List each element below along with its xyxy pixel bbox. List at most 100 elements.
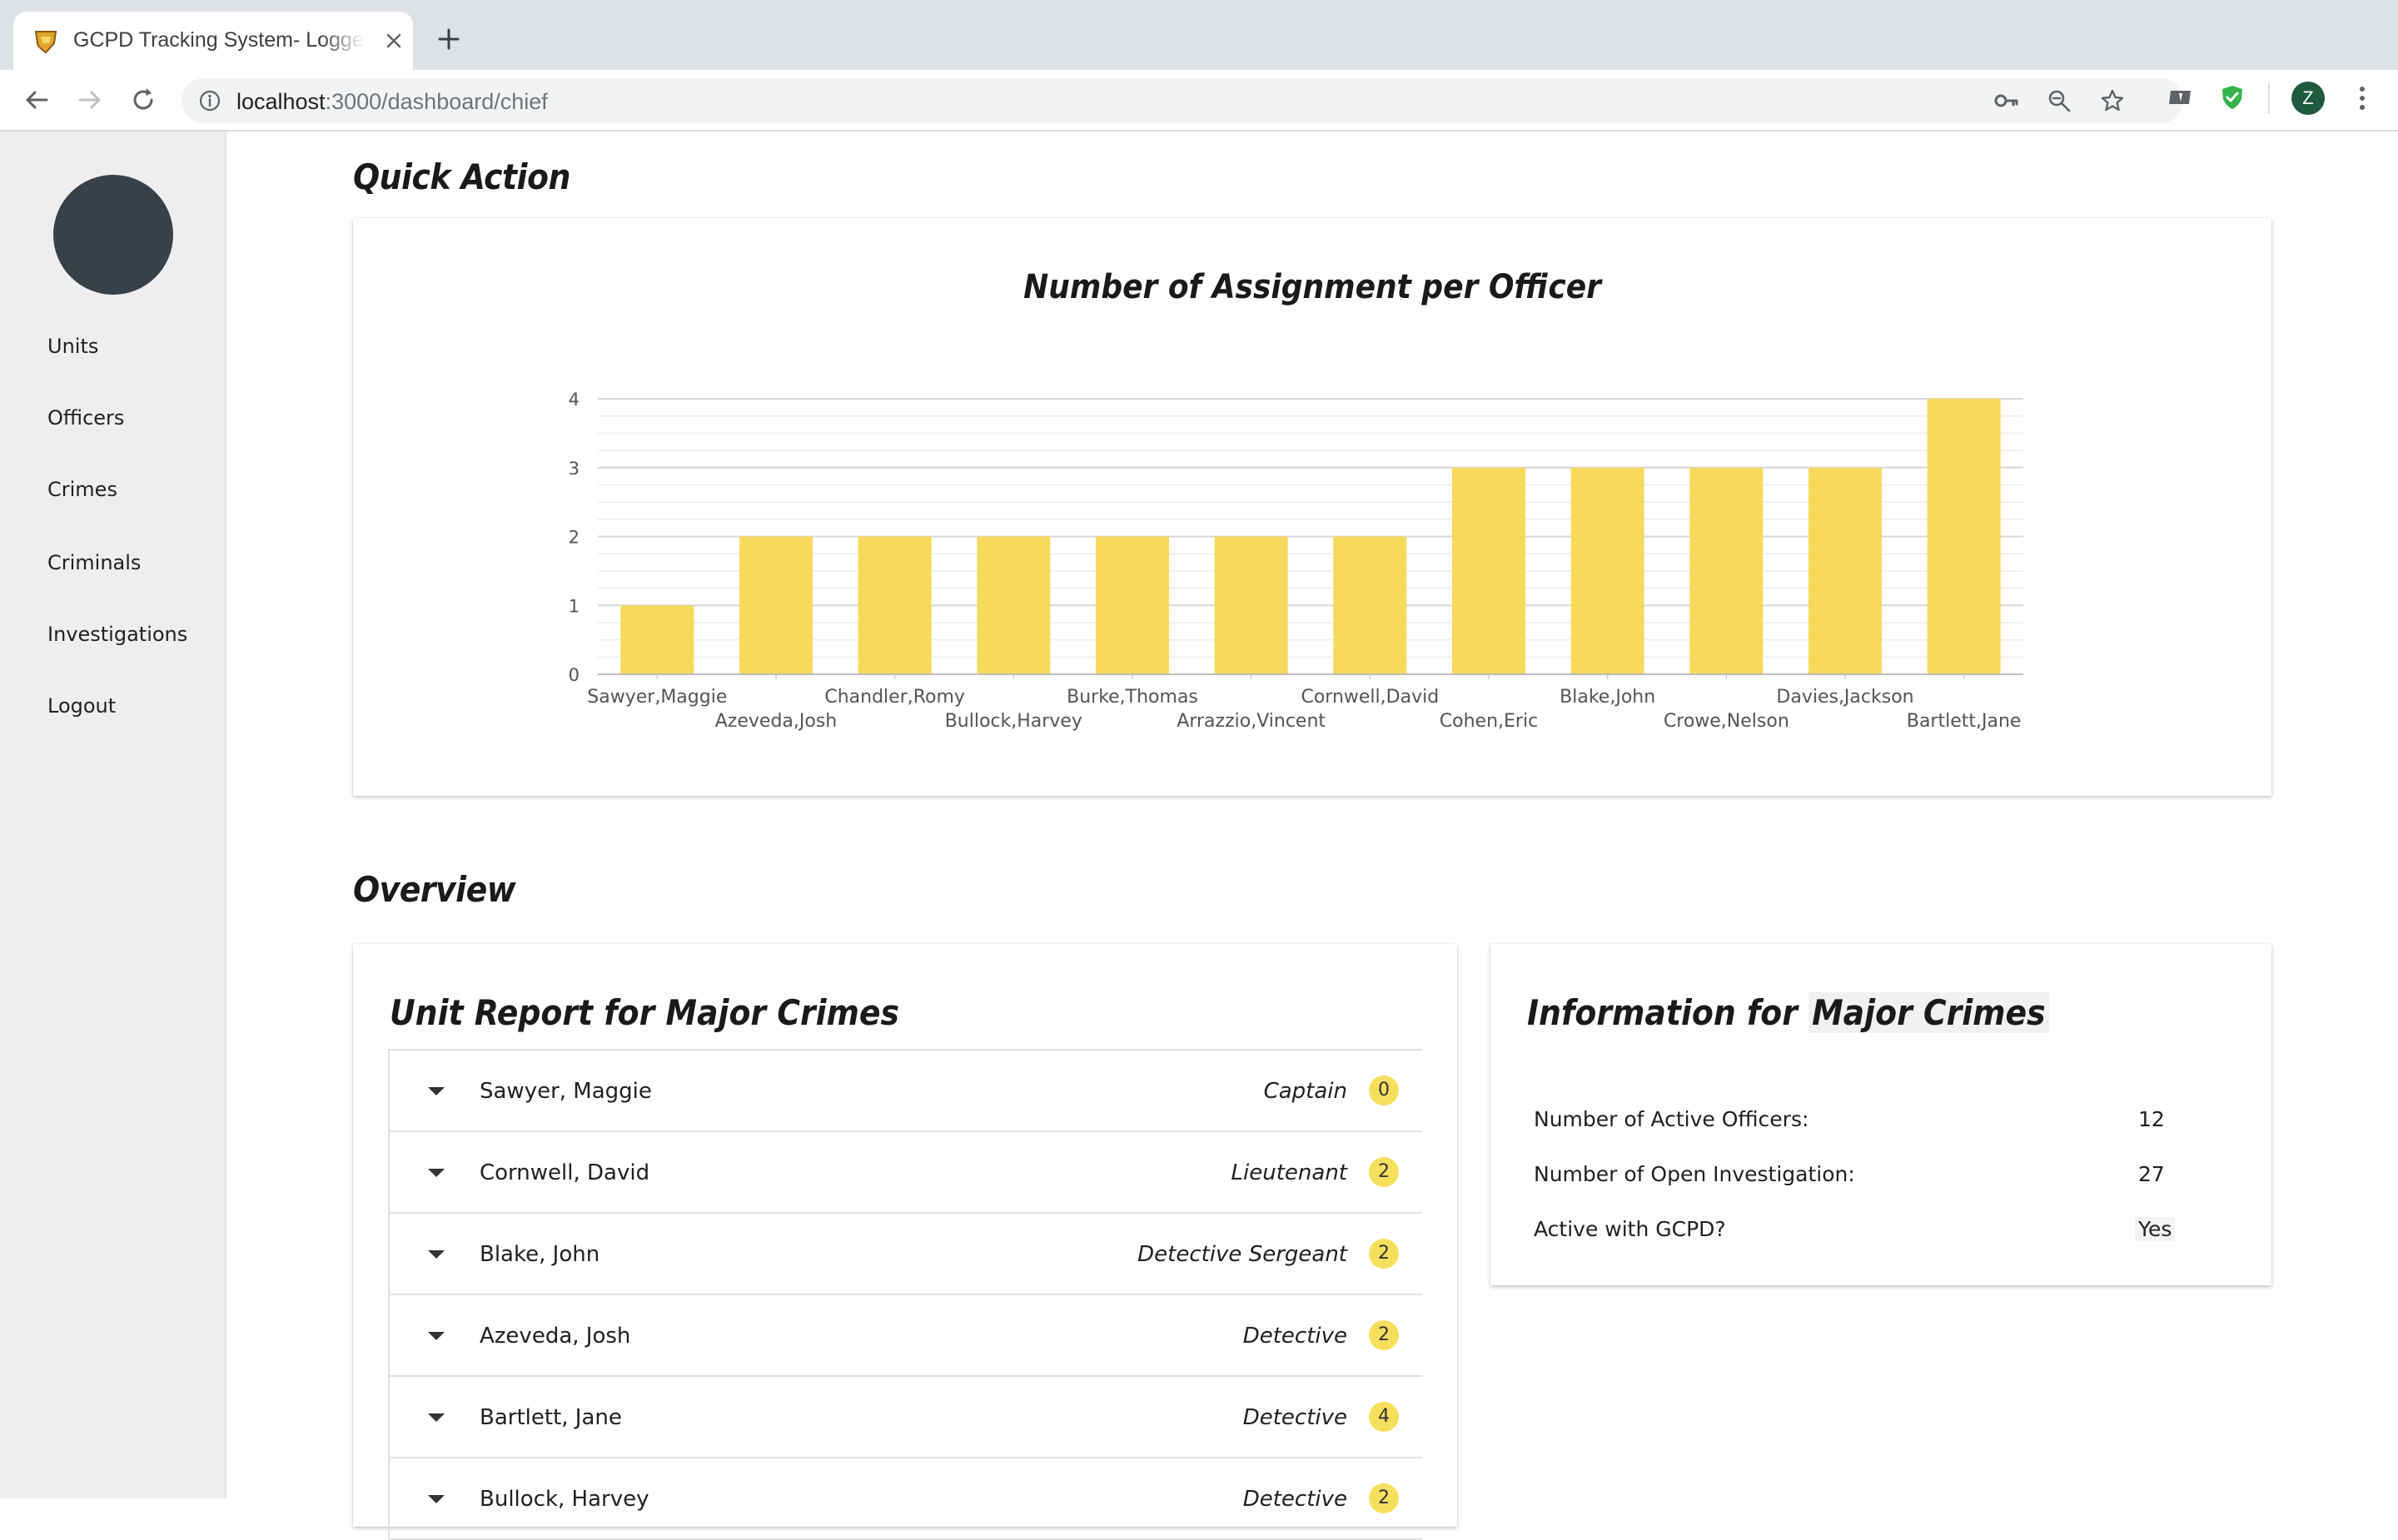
info-label: Number of Active Officers: (1534, 1107, 1809, 1131)
assignment-count-badge: 2 (1369, 1483, 1399, 1513)
x-tick-label: Cornwell,David (1301, 687, 1439, 708)
zoom-icon[interactable] (2047, 88, 2072, 113)
chart-bar[interactable] (858, 536, 932, 675)
x-tick-label: Crowe,Nelson (1664, 711, 1789, 732)
x-tick-label: Blake,John (1560, 687, 1655, 708)
assignment-count-badge: 2 (1369, 1157, 1399, 1187)
toolbar-divider (2268, 83, 2270, 113)
unit-report-card: Unit Report for Major Crimes Sawyer, Mag… (353, 944, 1457, 1540)
expand-caret-icon[interactable] (428, 1169, 445, 1177)
x-tick-label: Sawyer,Maggie (587, 687, 727, 708)
expand-caret-icon[interactable] (428, 1332, 445, 1340)
officer-row[interactable]: Cornwell, David Lieutenant 2 (388, 1132, 1422, 1214)
url-host: localhost (236, 89, 326, 114)
url-text: localhost:3000/dashboard/chief (236, 89, 548, 115)
officer-name: Bartlett, Jane (480, 1405, 622, 1430)
chart-bar[interactable] (1452, 467, 1525, 674)
unit-info-title: Information for Major Crimes (1527, 992, 2049, 1033)
site-info-icon[interactable] (198, 89, 221, 112)
address-bar[interactable]: localhost:3000/dashboard/chief (182, 78, 2183, 123)
chart-bar[interactable] (1570, 467, 1644, 674)
officer-row[interactable]: Sawyer, Maggie Captain 0 (388, 1051, 1422, 1132)
user-avatar (53, 175, 173, 295)
sidebar-item-investigations[interactable]: Investigations (47, 623, 187, 646)
browser-menu-icon[interactable] (2350, 83, 2375, 113)
chart-bar[interactable] (1689, 467, 1764, 674)
sidebar-item-criminals[interactable]: Criminals (47, 551, 141, 574)
gcpd-badge-icon (34, 31, 57, 54)
sidebar-item-crimes[interactable]: Crimes (47, 478, 117, 501)
officer-rank: Detective (1242, 1324, 1347, 1349)
officer-rank: Detective (1242, 1405, 1347, 1430)
officer-rank: Lieutenant (1231, 1160, 1347, 1185)
tab-title: GCPD Tracking System- Logged in (73, 28, 365, 52)
unit-info-title-unit: Major Crimes (1808, 992, 2049, 1033)
profile-avatar[interactable]: Z (2291, 82, 2325, 115)
key-icon[interactable] (1993, 88, 2018, 113)
officer-row[interactable]: Bartlett, Jane Detective 4 (388, 1377, 1422, 1458)
officer-name: Cornwell, David (480, 1160, 650, 1185)
shield-extension-icon[interactable] (2218, 83, 2246, 112)
browser-toolbar: localhost:3000/dashboard/chief (0, 70, 2398, 132)
y-tick-label: 3 (569, 459, 580, 479)
x-tick-label: Cohen,Eric (1440, 711, 1538, 732)
assignment-bar-chart: 0 1 2 3 4 Sawyer,Maggie Azeveda,Josh Chandler,R… (569, 390, 2023, 732)
officer-row[interactable]: Blake, John Detective Sergeant 2 (388, 1214, 1422, 1295)
officer-list: Sawyer, Maggie Captain 0 Cornwell, David Lie… (388, 1049, 1422, 1540)
x-tick-label: Burke,Thomas (1067, 687, 1198, 708)
x-tick-label: Bartlett,Jane (1907, 711, 2022, 732)
assignment-count-badge: 4 (1369, 1402, 1399, 1432)
officer-name: Blake, John (480, 1242, 600, 1267)
chart-bar[interactable] (620, 605, 694, 674)
expand-caret-icon[interactable] (428, 1087, 445, 1095)
y-tick-label: 2 (569, 528, 580, 548)
info-value: 27 (2138, 1162, 2165, 1186)
browser-tabstrip: GCPD Tracking System- Logged in (0, 0, 2398, 70)
info-value: 12 (2138, 1107, 2165, 1131)
info-value: Yes (2135, 1217, 2176, 1241)
quick-action-title: Quick Action (353, 156, 570, 197)
x-tick-label: Arrazzio,Vincent (1177, 711, 1326, 732)
close-tab-icon[interactable] (383, 30, 405, 52)
chart-bar[interactable] (1927, 399, 2001, 674)
chart-bar[interactable] (977, 536, 1051, 675)
sidebar-item-officers[interactable]: Officers (47, 406, 124, 430)
sidebar: Units Officers Crimes Criminals Investig… (0, 132, 226, 1498)
officer-name: Sawyer, Maggie (480, 1079, 652, 1104)
officer-name: Azeveda, Josh (480, 1324, 631, 1349)
assignment-count-badge: 2 (1369, 1239, 1399, 1269)
url-path: :3000/dashboard/chief (325, 89, 548, 114)
browser-tab[interactable]: GCPD Tracking System- Logged in (13, 12, 413, 70)
forward-arrow-icon[interactable] (73, 83, 107, 117)
chart-bar[interactable] (1096, 536, 1169, 675)
officer-row[interactable]: Bullock, Harvey Detective 2 (388, 1458, 1422, 1540)
x-tick-label: Chandler,Romy (824, 687, 965, 708)
chart-bar[interactable] (739, 536, 813, 675)
expand-caret-icon[interactable] (428, 1250, 445, 1259)
chart-bar[interactable] (1808, 467, 1882, 674)
back-arrow-icon[interactable] (20, 83, 53, 117)
bookmark-star-icon[interactable] (2100, 88, 2125, 113)
extension-tag-icon[interactable] (2167, 83, 2195, 112)
overview-title: Overview (353, 869, 516, 910)
reload-icon[interactable] (127, 83, 160, 117)
sidebar-item-logout[interactable]: Logout (47, 694, 116, 718)
expand-caret-icon[interactable] (428, 1413, 445, 1422)
officer-rank: Detective Sergeant (1137, 1242, 1347, 1267)
expand-caret-icon[interactable] (428, 1495, 445, 1503)
officer-row[interactable]: Azeveda, Josh Detective 2 (388, 1295, 1422, 1377)
assignment-count-badge: 2 (1369, 1320, 1399, 1350)
info-label: Active with GCPD? (1534, 1217, 1726, 1241)
x-tick-label: Bullock,Harvey (945, 711, 1082, 732)
x-tick-label: Azeveda,Josh (715, 711, 837, 732)
sidebar-item-units[interactable]: Units (47, 335, 98, 358)
chart-bar[interactable] (1214, 536, 1288, 675)
new-tab-icon[interactable] (435, 25, 463, 53)
unit-info-title-prefix: Information for (1527, 992, 1809, 1033)
y-tick-label: 4 (569, 390, 580, 410)
officer-rank: Detective (1242, 1487, 1347, 1512)
officer-rank: Captain (1263, 1079, 1347, 1104)
x-tick-label: Davies,Jackson (1776, 687, 1913, 708)
y-tick-label: 0 (569, 665, 580, 685)
chart-bar[interactable] (1333, 536, 1407, 675)
